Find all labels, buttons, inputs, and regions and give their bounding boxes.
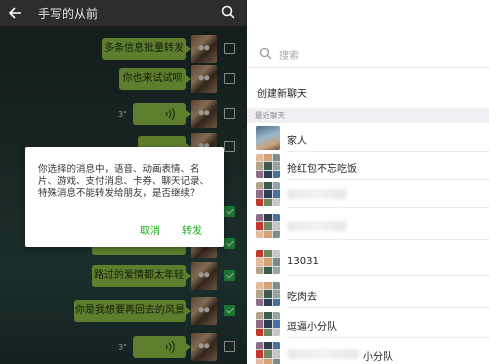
contact-name: 逗逼小分队 <box>287 322 337 333</box>
avatar <box>256 182 280 206</box>
avatar <box>256 250 280 274</box>
contact-name: 抢红包不忘吃饭 <box>287 164 357 175</box>
forward-target-panel: 搜索 创建新聊天 最近聊天 家人抢红包不忘吃饭 13031 吃肉去逗逼小分队小分队 <box>247 0 489 364</box>
create-new-chat-label: 创建新聊天 <box>257 89 307 100</box>
search-bar[interactable]: 搜索 <box>247 38 489 68</box>
contact-row[interactable] <box>247 212 489 240</box>
search-icon[interactable] <box>221 5 235 19</box>
avatar <box>256 312 280 336</box>
avatar <box>256 214 280 238</box>
create-new-chat[interactable]: 创建新聊天 <box>247 80 489 105</box>
contact-name-redacted <box>287 189 347 199</box>
recent-chats-header: 最近聊天 <box>247 108 489 123</box>
contact-name: 家人 <box>287 136 307 147</box>
cancel-button[interactable]: 取消 <box>140 222 160 237</box>
search-input[interactable]: 搜索 <box>279 47 299 62</box>
chat-panel: 手写的从前 多条信息批量转发 你也来试试呗 3" 路过的爱情都太年轻 你是我想要… <box>0 0 247 364</box>
contact-row[interactable]: 13031 <box>247 248 489 276</box>
chat-header: 手写的从前 <box>0 0 247 26</box>
contact-name: 13031 <box>287 256 319 267</box>
contact-row[interactable] <box>247 180 489 208</box>
contact-row[interactable]: 吃肉去 <box>247 280 489 308</box>
contact-name-redacted <box>287 349 359 359</box>
search-icon <box>259 47 272 60</box>
contact-row[interactable]: 小分队 <box>247 340 489 364</box>
contact-name: 小分队 <box>363 352 393 363</box>
dialog-message-line: 特殊消息不能转发给朋友，是否继续？ <box>38 188 200 199</box>
back-arrow-icon[interactable] <box>8 5 22 21</box>
chat-title: 手写的从前 <box>38 7 99 21</box>
contact-row[interactable]: 抢红包不忘吃饭 <box>247 152 489 180</box>
forward-button[interactable]: 转发 <box>182 222 202 237</box>
contact-name: 吃肉去 <box>287 292 317 303</box>
contact-row[interactable]: 家人 <box>247 124 489 152</box>
avatar <box>256 342 280 364</box>
recent-chats-label: 最近聊天 <box>255 111 285 120</box>
avatar <box>256 126 280 150</box>
contact-name-redacted <box>287 221 347 231</box>
contact-row[interactable]: 逗逼小分队 <box>247 310 489 338</box>
avatar <box>256 282 280 306</box>
forward-warning-dialog: 你选择的消息中，语音、动画表情、名 片、游戏、支付消息、卡券、聊天记录、 特殊消… <box>25 147 224 247</box>
avatar <box>256 154 280 178</box>
